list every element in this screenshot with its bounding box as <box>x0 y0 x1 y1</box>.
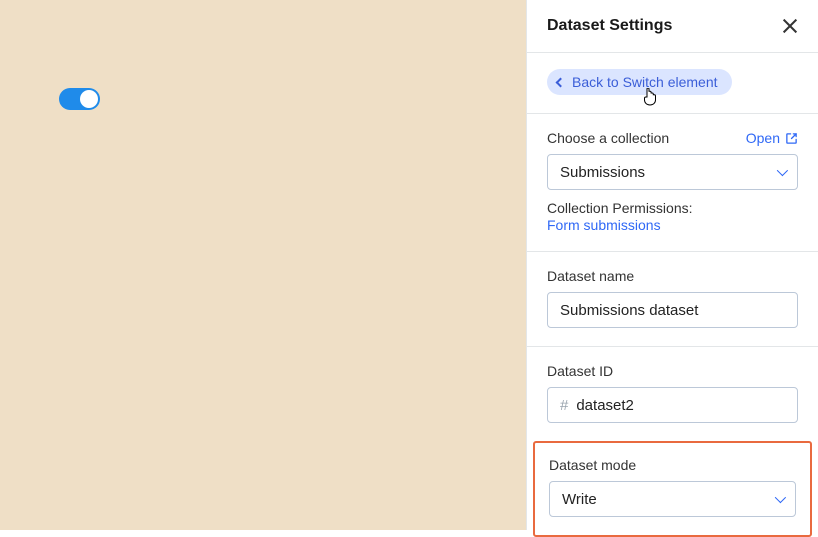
chevron-left-icon <box>556 77 566 87</box>
collection-permissions-link[interactable]: Form submissions <box>547 217 661 233</box>
collection-permissions-label: Collection Permissions: <box>547 200 798 216</box>
dataset-mode-label: Dataset mode <box>549 457 796 473</box>
dataset-mode-section: Dataset mode Write <box>533 441 812 537</box>
open-link-label: Open <box>746 130 780 146</box>
collection-select-value: Submissions <box>560 164 645 181</box>
switch-toggle[interactable] <box>59 88 100 110</box>
collection-label-row: Choose a collection Open <box>547 130 798 146</box>
back-button[interactable]: Back to Switch element <box>547 69 732 95</box>
panel-title: Dataset Settings <box>547 17 672 35</box>
external-link-icon <box>785 132 798 145</box>
dataset-id-section: Dataset ID # dataset2 <box>527 347 818 441</box>
collection-section: Choose a collection Open Submissions Col… <box>527 114 818 252</box>
panel-header: Dataset Settings <box>527 0 818 53</box>
dataset-id-label: Dataset ID <box>547 363 798 379</box>
dataset-name-section: Dataset name <box>527 252 818 347</box>
close-icon[interactable] <box>782 18 798 34</box>
chevron-down-icon <box>777 165 788 176</box>
back-button-label: Back to Switch element <box>572 74 718 90</box>
dataset-name-label: Dataset name <box>547 268 798 284</box>
dataset-id-value: dataset2 <box>576 397 634 414</box>
dataset-name-input[interactable] <box>547 292 798 328</box>
collection-label: Choose a collection <box>547 130 669 146</box>
collection-select[interactable]: Submissions <box>547 154 798 190</box>
back-section: Back to Switch element <box>527 53 818 114</box>
settings-panel: Dataset Settings Back to Switch element … <box>526 0 818 530</box>
chevron-down-icon <box>775 492 786 503</box>
editor-canvas <box>0 0 526 530</box>
dataset-mode-value: Write <box>562 491 597 508</box>
dataset-mode-select[interactable]: Write <box>549 481 796 517</box>
hash-icon: # <box>560 397 568 414</box>
open-collection-link[interactable]: Open <box>746 130 798 146</box>
dataset-id-input[interactable]: # dataset2 <box>547 387 798 423</box>
switch-toggle-knob <box>80 90 98 108</box>
